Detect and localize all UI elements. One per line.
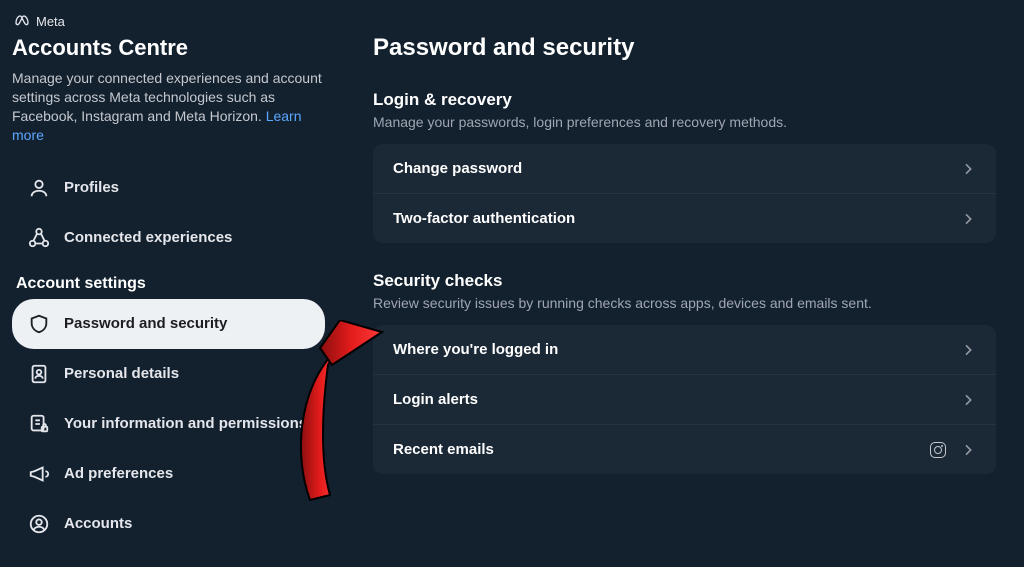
row-change-password[interactable]: Change password xyxy=(373,144,996,193)
account-circle-icon xyxy=(28,513,50,535)
chevron-right-icon xyxy=(960,161,976,177)
meta-icon xyxy=(14,12,30,31)
group-title: Login & recovery xyxy=(373,90,996,110)
row-two-factor[interactable]: Two-factor authentication xyxy=(373,193,996,243)
row-where-logged-in[interactable]: Where you're logged in xyxy=(373,325,996,374)
nav-password-security[interactable]: Password and security xyxy=(12,299,325,349)
row-label: Two-factor authentication xyxy=(393,210,575,227)
page-title: Password and security xyxy=(373,34,996,62)
main-content: Password and security Login & recovery M… xyxy=(335,0,1024,567)
sidebar-title: Accounts Centre xyxy=(12,35,325,61)
group-title: Security checks xyxy=(373,271,996,291)
nav-label: Accounts xyxy=(64,515,132,532)
card-login-recovery: Change password Two-factor authenticatio… xyxy=(373,144,996,243)
document-lock-icon xyxy=(28,413,50,435)
nav-accounts[interactable]: Accounts xyxy=(12,499,325,549)
row-label: Recent emails xyxy=(393,441,494,458)
group-subtitle: Review security issues by running checks… xyxy=(373,295,996,311)
row-login-alerts[interactable]: Login alerts xyxy=(373,374,996,424)
group-security-checks: Security checks Review security issues b… xyxy=(373,271,996,474)
nav-ad-preferences[interactable]: Ad preferences xyxy=(12,449,325,499)
row-recent-emails[interactable]: Recent emails xyxy=(373,424,996,474)
shield-icon xyxy=(28,313,50,335)
chevron-right-icon xyxy=(960,342,976,358)
nav-label: Ad preferences xyxy=(64,465,173,482)
nav-label: Personal details xyxy=(64,365,179,382)
chevron-right-icon xyxy=(960,211,976,227)
nodes-icon xyxy=(28,227,50,249)
group-subtitle: Manage your passwords, login preferences… xyxy=(373,114,996,130)
nav-primary: Profiles Connected experiences xyxy=(12,163,325,263)
chevron-right-icon xyxy=(960,442,976,458)
nav-label: Profiles xyxy=(64,179,119,196)
row-label: Where you're logged in xyxy=(393,341,558,358)
brand-name: Meta xyxy=(36,14,65,29)
sidebar: Meta Accounts Centre Manage your connect… xyxy=(0,0,335,567)
id-card-icon xyxy=(28,363,50,385)
nav-connected-experiences[interactable]: Connected experiences xyxy=(12,213,325,263)
sidebar-description: Manage your connected experiences and ac… xyxy=(12,69,325,145)
nav-label: Password and security xyxy=(64,315,227,332)
nav-info-permissions[interactable]: Your information and permissions xyxy=(12,399,325,449)
megaphone-icon xyxy=(28,463,50,485)
person-icon xyxy=(28,177,50,199)
nav-profiles[interactable]: Profiles xyxy=(12,163,325,213)
brand-logo: Meta xyxy=(14,12,325,31)
row-label: Login alerts xyxy=(393,391,478,408)
nav-label: Connected experiences xyxy=(64,229,232,246)
row-label: Change password xyxy=(393,160,522,177)
card-security-checks: Where you're logged in Login alerts Rece… xyxy=(373,325,996,474)
nav-settings: Password and security Personal details Y… xyxy=(12,299,325,549)
instagram-icon xyxy=(930,442,946,458)
nav-label: Your information and permissions xyxy=(64,415,307,432)
chevron-right-icon xyxy=(960,392,976,408)
account-settings-heading: Account settings xyxy=(16,275,325,293)
nav-personal-details[interactable]: Personal details xyxy=(12,349,325,399)
group-login-recovery: Login & recovery Manage your passwords, … xyxy=(373,90,996,243)
